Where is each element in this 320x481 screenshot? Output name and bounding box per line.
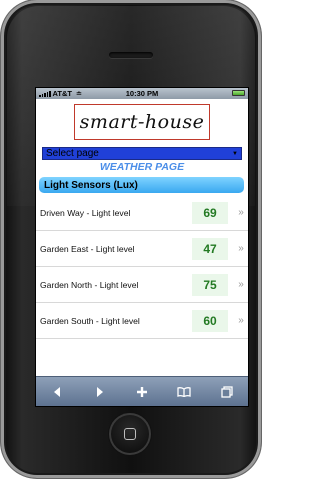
sensor-label: Garden North - Light level (40, 279, 139, 290)
back-arrow-icon (54, 386, 61, 397)
pages-icon (221, 385, 233, 398)
chevron-right-icon[interactable]: » (234, 243, 248, 254)
book-icon (177, 386, 192, 397)
select-arrow-icon: ▼ (232, 150, 238, 157)
forward-button[interactable] (87, 381, 113, 403)
sensor-value: 75 (192, 273, 228, 296)
pages-button[interactable] (214, 381, 240, 403)
page-select-value: Select page (46, 148, 99, 159)
phone-screen: AT&T ≐ 10:30 PM smart-house Select page … (35, 87, 249, 407)
list-item[interactable]: Garden East - Light level 47 » (36, 231, 248, 267)
bookmarks-button[interactable] (171, 381, 197, 403)
chevron-right-icon[interactable]: » (234, 279, 248, 290)
smart-house-logo: smart-house (74, 103, 210, 140)
sensor-label: Driven Way - Light level (40, 207, 131, 218)
home-button[interactable] (109, 413, 151, 455)
list-item[interactable]: Driven Way - Light level 69 » (36, 195, 248, 231)
page-select[interactable]: Select page ▼ (42, 147, 242, 160)
sensor-value: 60 (192, 309, 228, 332)
battery-icon (232, 90, 245, 96)
list-item[interactable]: Garden North - Light level 75 » (36, 267, 248, 303)
section-header: Light Sensors (Lux) (39, 177, 244, 193)
home-square-icon (124, 428, 136, 440)
page-title[interactable]: WEATHER PAGE (36, 161, 248, 175)
section-title: Light Sensors (Lux) (44, 179, 138, 191)
status-time: 10:30 PM (125, 89, 159, 98)
earpiece-speaker (109, 52, 153, 58)
chevron-right-icon[interactable]: » (234, 315, 248, 326)
safari-toolbar (36, 376, 248, 406)
sensor-label: Garden East - Light level (40, 243, 135, 254)
sensor-value: 69 (192, 201, 228, 224)
chevron-right-icon[interactable]: » (234, 207, 248, 218)
back-button[interactable] (44, 381, 70, 403)
list-item[interactable]: Garden South - Light level 60 » (36, 303, 248, 339)
logo-area: smart-house (36, 99, 248, 144)
plus-icon (136, 386, 147, 397)
status-bar: AT&T ≐ 10:30 PM (36, 88, 248, 99)
sensor-label: Garden South - Light level (40, 315, 140, 326)
sensor-value: 47 (192, 237, 228, 260)
add-bookmark-button[interactable] (129, 381, 155, 403)
forward-arrow-icon (96, 386, 103, 397)
sensor-list: Driven Way - Light level 69 » Garden Eas… (36, 195, 248, 339)
